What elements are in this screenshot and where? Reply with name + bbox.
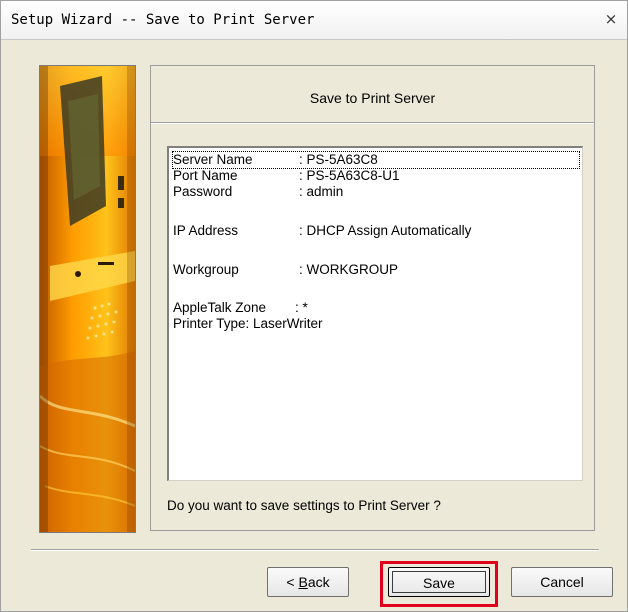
workgroup-value: : WORKGROUP	[299, 262, 399, 277]
password-label: Password	[173, 184, 233, 199]
save-button-label: Save	[423, 575, 455, 591]
printer-type-text: Printer Type: LaserWriter	[173, 316, 323, 331]
content-panel: Save to Print Server Server Name : PS-5A…	[150, 65, 595, 531]
port-name-value: : PS-5A63C8-U1	[299, 168, 400, 183]
workgroup-label: Workgroup	[173, 262, 239, 277]
back-button-label: ack	[307, 574, 330, 590]
appletalk-zone-value: : *	[295, 300, 308, 315]
ip-address-value: : DHCP Assign Automatically	[299, 223, 472, 238]
cancel-button-label: Cancel	[540, 574, 584, 590]
appletalk-zone-label: AppleTalk Zone	[173, 300, 267, 315]
setup-wizard-window: Setup Wizard -- Save to Print Server × S…	[0, 0, 628, 612]
close-icon[interactable]: ×	[601, 9, 621, 29]
back-button[interactable]: < Back	[267, 567, 349, 597]
port-name-label: Port Name	[173, 168, 238, 183]
panel-divider	[151, 122, 594, 124]
summary-row-printer-type[interactable]: Printer Type: LaserWriter	[173, 316, 323, 332]
printer-photo-image	[39, 65, 136, 533]
back-button-accelerator: B	[298, 574, 308, 590]
panel-title: Save to Print Server	[309, 90, 436, 106]
ip-address-label: IP Address	[173, 223, 239, 238]
save-button[interactable]: Save	[388, 567, 490, 597]
server-name-value: : PS-5A63C8	[299, 152, 378, 167]
summary-row-server-name[interactable]: Server Name : PS-5A63C8	[172, 151, 580, 169]
password-value: : admin	[299, 184, 344, 199]
window-title: Setup Wizard -- Save to Print Server	[11, 12, 315, 28]
save-button-focus-ring: Save	[392, 571, 486, 593]
cancel-button[interactable]: Cancel	[511, 567, 613, 597]
save-confirmation-question: Do you want to save settings to Print Se…	[167, 498, 441, 513]
title-bar: Setup Wizard -- Save to Print Server ×	[1, 1, 627, 40]
button-separator	[31, 549, 599, 551]
settings-summary-list[interactable]: Server Name : PS-5A63C8 Port Name : PS-5…	[167, 146, 583, 481]
server-name-label: Server Name	[173, 152, 253, 167]
back-button-prefix: <	[286, 574, 299, 590]
